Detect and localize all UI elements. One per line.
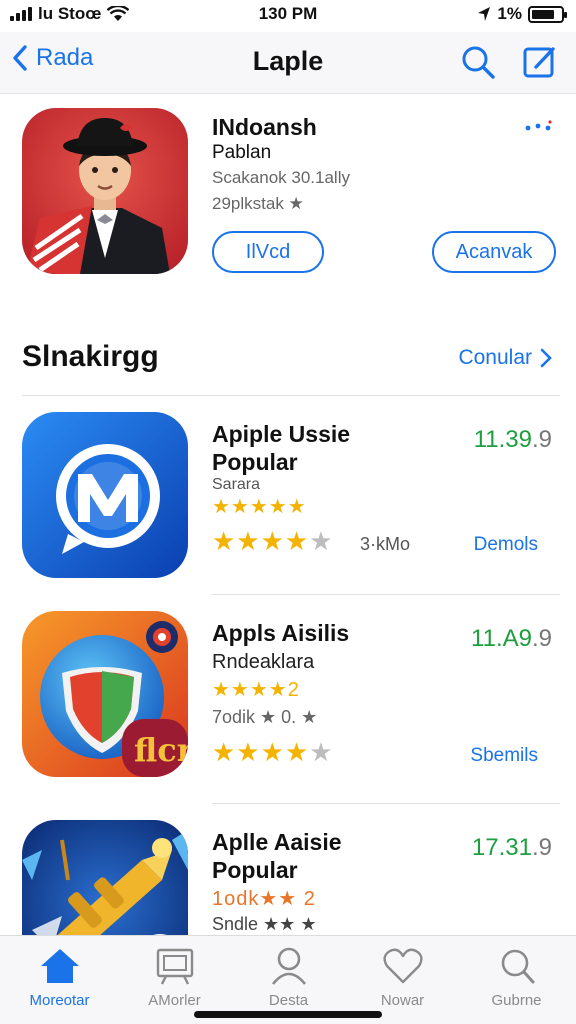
tab-label: AMorler [148,992,201,1009]
navigation-bar: Rada Laple [0,32,576,94]
tab-frames[interactable]: AMorler [117,946,232,1009]
tab-label: Desta [268,992,309,1009]
more-options-icon[interactable] [524,120,554,134]
app-name: Apiple Ussie [212,421,351,447]
featured-app-icon[interactable] [22,108,188,274]
section-see-all-link[interactable]: Conular [458,346,552,370]
app-row[interactable]: flcr Appls Aisilis Rndeaklara ★★★★2 7odi… [0,595,576,785]
section-title: Slnakirgg [22,340,159,373]
app-category: Rndeaklara [212,651,315,673]
featured-app-name: INdoansh [212,114,317,140]
app-price: 17.31.9 [472,834,552,862]
status-bar: lu Stoœ 130 PM 1% [0,0,576,32]
app-name: Aplle Aaisie [212,829,342,855]
app-small-rating: 1odk★★ 2 [212,888,316,910]
app-row[interactable]: Apiple Ussie Popular Sarara ★★★★★ ★★★★★ … [0,396,576,586]
tab-label: Nowar [380,992,425,1009]
chevron-right-icon [540,348,552,368]
tab-search[interactable]: Gubrne [459,946,574,1009]
tab-label: Gubrne [491,992,542,1009]
nav-actions [460,44,558,80]
tab-favorites[interactable]: Nowar [345,946,460,1009]
shield-globe-illustration: flcr [22,611,188,777]
battery-percent: 1% [497,4,522,23]
app-price-decimal: .9 [531,834,552,861]
app-icon[interactable] [22,412,188,578]
featured-right-button[interactable]: Acanvak [432,231,556,273]
home-indicator[interactable] [194,1011,382,1018]
compose-icon[interactable] [522,44,558,80]
star-icon: ★★★★ [212,737,310,767]
frame-icon [156,948,193,985]
app-category: Popular [212,449,298,475]
location-arrow-icon [478,7,491,21]
featured-app-developer: Pablan [212,142,272,163]
character-illustration [22,108,188,274]
app-action-link[interactable]: Demols [474,534,538,556]
app-small-rating: ★★★★2 [212,679,300,701]
featured-app: INdoansh Pablan Scakanok 30.1ally 29plks… [0,94,576,304]
app-rating-count: 3·kMo [360,534,411,554]
app-category: Popular [212,857,298,883]
heart-icon [382,948,423,984]
m-logo-illustration [22,412,188,578]
app-subtitle: Sarara [212,476,261,493]
tab-home[interactable]: Moreotar [2,946,117,1009]
star-icon: ★ [309,737,334,767]
star-icon: ★ [309,526,334,556]
tab-label: Moreotar [29,992,90,1009]
featured-app-rating: 29plkstak ★ [212,194,304,213]
app-name: Appls Aisilis [212,620,350,646]
app-price-value: 17.31 [471,834,532,861]
person-icon [271,947,306,985]
home-icon [40,949,79,983]
app-rating-stars: ★★★★★ [212,526,334,557]
status-right: 1% [477,4,567,24]
battery-icon [528,5,567,23]
search-icon [501,949,534,984]
tab-profile[interactable]: Desta [231,946,346,1009]
svg-text:flcr: flcr [134,731,188,769]
app-price: 11.39.9 [474,426,552,454]
app-price: 11.A9.9 [471,625,552,653]
app-rating-stars: ★★★★★ [212,737,334,768]
search-icon[interactable] [460,44,496,80]
app-icon[interactable]: flcr [22,611,188,777]
app-action-link[interactable]: Sbemils [470,745,538,767]
app-price-value: 11.A9 [471,625,532,652]
app-small-rating: ★★★★★ [212,496,307,518]
star-icon: ★★★★ [212,526,310,556]
app-extra-info: Sndle ★★ ★ [212,914,317,934]
featured-left-button[interactable]: IlVcd [212,231,324,273]
app-price-decimal: .9 [531,426,552,453]
app-price-value: 11.39 [473,426,532,453]
app-extra-info: 7odik ★ 0. ★ [212,707,318,727]
app-price-decimal: .9 [531,625,552,652]
section-link-label: Conular [458,346,532,369]
featured-app-meta: Scakanok 30.1ally [212,168,350,187]
